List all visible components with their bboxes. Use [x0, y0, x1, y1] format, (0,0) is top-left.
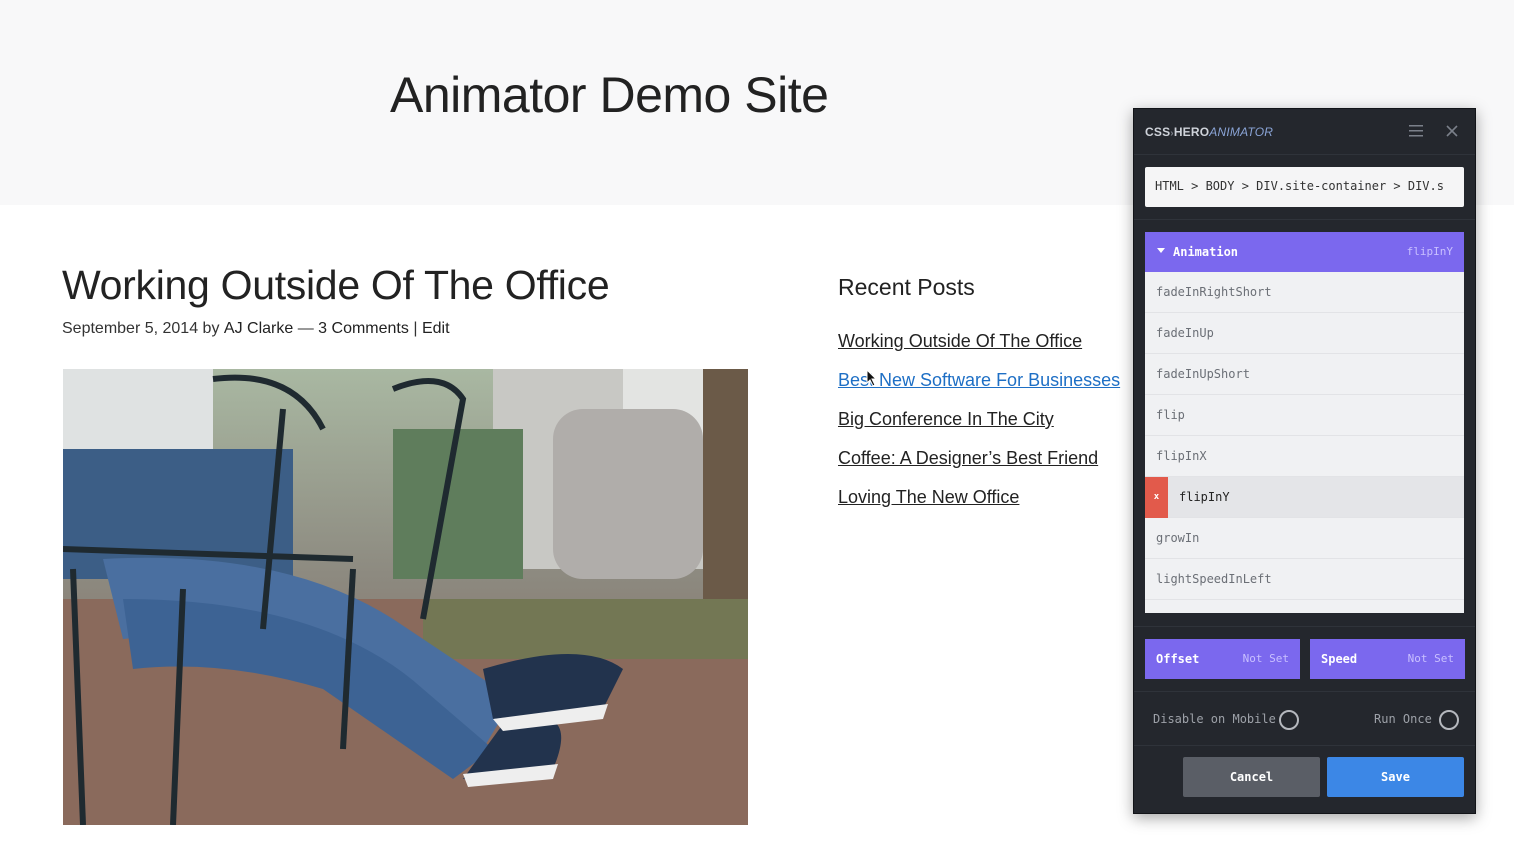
comments-link[interactable]: 3 Comments — [318, 320, 409, 338]
speed-button[interactable]: Speed Not Set — [1310, 639, 1465, 679]
logo-css: CSS — [1145, 125, 1171, 139]
logo-animator: ANIMATOR — [1209, 125, 1274, 139]
remove-animation-button[interactable]: x — [1145, 477, 1168, 518]
edit-link[interactable]: Edit — [422, 320, 450, 338]
post-featured-image — [63, 369, 748, 825]
animation-list[interactable]: fadeInRightShort fadeInUp fadeInUpShort … — [1145, 272, 1464, 613]
post-author[interactable]: AJ Clarke — [224, 320, 293, 338]
animation-option-label: flipInY — [1179, 490, 1230, 504]
divider — [1134, 745, 1475, 746]
animator-panel: CSS›HEROANIMATOR HTML > BODY > DIV.site-… — [1133, 108, 1476, 814]
logo-hero: HERO — [1173, 125, 1210, 139]
animation-dropdown-header[interactable]: Animation flipInY — [1145, 232, 1464, 272]
offset-button[interactable]: Offset Not Set — [1145, 639, 1300, 679]
animation-option[interactable]: lightSpeedInLeft — [1145, 559, 1464, 600]
post-date[interactable]: September 5, 2014 — [62, 320, 198, 338]
post-meta: September 5, 2014 by AJ Clarke — 3 Comme… — [62, 320, 450, 338]
recent-post-link[interactable]: Coffee: A Designer’s Best Friend — [838, 448, 1098, 468]
offset-value: Not Set — [1242, 652, 1289, 665]
hamburger-menu-icon[interactable] — [1409, 125, 1423, 137]
save-button[interactable]: Save — [1327, 757, 1464, 797]
recent-post-link[interactable]: Loving The New Office — [838, 487, 1019, 507]
animation-option[interactable]: fadeInUpShort — [1145, 354, 1464, 395]
list-item: Big Conference In The City — [838, 406, 1120, 445]
recent-posts-list: Working Outside Of The Office Best New S… — [838, 328, 1120, 523]
close-icon[interactable] — [1445, 124, 1459, 138]
run-once-toggle[interactable] — [1439, 710, 1459, 730]
cancel-button[interactable]: Cancel — [1183, 757, 1320, 797]
list-item: Best New Software For Businesses — [838, 367, 1120, 406]
speed-label: Speed — [1321, 652, 1358, 666]
recent-post-link[interactable]: Working Outside Of The Office — [838, 331, 1082, 351]
speed-value: Not Set — [1407, 652, 1454, 665]
disable-mobile-label: Disable on Mobile — [1153, 712, 1276, 726]
list-item: Loving The New Office — [838, 484, 1120, 523]
recent-post-link[interactable]: Big Conference In The City — [838, 409, 1054, 429]
animation-option[interactable]: fadeInRightShort — [1145, 272, 1464, 313]
divider — [1134, 691, 1475, 692]
animation-option[interactable]: growIn — [1145, 518, 1464, 559]
recent-posts-title: Recent Posts — [838, 274, 975, 300]
animation-current-value: flipInY — [1406, 245, 1453, 258]
list-item: Working Outside Of The Office — [838, 328, 1120, 367]
animation-option[interactable]: lightSpeedInRight — [1145, 600, 1464, 613]
animation-option[interactable]: fadeInUp — [1145, 313, 1464, 354]
post-by: by — [202, 320, 220, 337]
selector-path-field[interactable]: HTML > BODY > DIV.site-container > DIV.s — [1145, 167, 1464, 207]
offset-label: Offset — [1156, 652, 1200, 666]
run-once-label: Run Once — [1374, 712, 1432, 726]
mouse-cursor-icon — [866, 369, 878, 387]
caret-down-icon — [1157, 248, 1165, 253]
divider — [1134, 626, 1475, 627]
meta-dash: — — [297, 320, 314, 337]
list-item: Coffee: A Designer’s Best Friend — [838, 445, 1120, 484]
animation-option[interactable]: flip — [1145, 395, 1464, 436]
post-title[interactable]: Working Outside Of The Office — [62, 262, 610, 309]
divider — [1134, 219, 1475, 220]
site-title[interactable]: Animator Demo Site — [390, 66, 829, 124]
animation-option-selected[interactable]: x flipInY — [1145, 477, 1464, 518]
panel-header: CSS›HEROANIMATOR — [1134, 109, 1475, 155]
meta-pipe: | — [413, 320, 418, 337]
recent-post-link[interactable]: Best New Software For Businesses — [838, 370, 1120, 390]
disable-mobile-toggle[interactable] — [1279, 710, 1299, 730]
animation-label: Animation — [1173, 245, 1239, 259]
animation-option[interactable]: flipInX — [1145, 436, 1464, 477]
panel-logo: CSS›HEROANIMATOR — [1145, 125, 1273, 139]
